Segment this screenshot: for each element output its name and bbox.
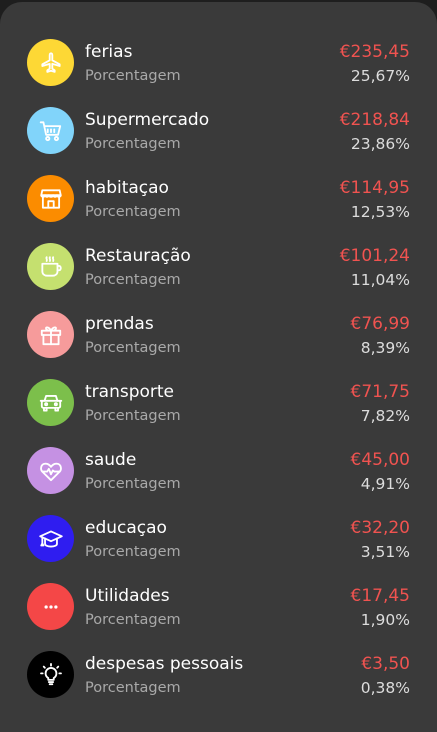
lightbulb-icon <box>39 662 62 685</box>
category-amount: €17,45 <box>350 586 410 606</box>
category-percentage: 0,38% <box>360 679 410 697</box>
category-amount: €71,75 <box>350 382 410 402</box>
category-amount: €76,99 <box>350 314 410 334</box>
category-percentage: 11,04% <box>350 271 410 289</box>
category-amount: €235,45 <box>339 42 410 62</box>
category-row-educacao[interactable]: educaçao Porcentagem €32,20 3,51% <box>0 505 437 573</box>
category-subtitle: Porcentagem <box>85 476 181 492</box>
category-subtitle: Porcentagem <box>85 340 181 356</box>
category-name: despesas pessoais <box>85 654 244 674</box>
category-name: Supermercado <box>85 110 210 130</box>
category-subtitle: Porcentagem <box>85 204 181 220</box>
category-subtitle: Porcentagem <box>85 680 181 696</box>
category-row-restauracao[interactable]: Restauração Porcentagem €101,24 11,04% <box>0 233 437 301</box>
category-percentage: 3,51% <box>360 543 410 561</box>
coffee-cup-icon <box>40 255 62 277</box>
category-row-saude[interactable]: saude Porcentagem €45,00 4,91% <box>0 437 437 505</box>
category-subtitle: Porcentagem <box>85 408 181 424</box>
more-dots-icon <box>44 604 57 609</box>
category-subtitle: Porcentagem <box>85 544 181 560</box>
category-subtitle: Porcentagem <box>85 612 181 628</box>
category-row-utilidades[interactable]: Utilidades Porcentagem €17,45 1,90% <box>0 573 437 641</box>
category-icon-circle <box>27 175 74 222</box>
category-row-transporte[interactable]: transporte Porcentagem €71,75 7,82% <box>0 369 437 437</box>
category-row-habitacao[interactable]: habitaçao Porcentagem €114,95 12,53% <box>0 165 437 233</box>
category-row-supermercado[interactable]: Supermercado Porcentagem €218,84 23,86% <box>0 97 437 165</box>
car-icon <box>39 394 62 412</box>
category-row-prendas[interactable]: prendas Porcentagem €76,99 8,39% <box>0 301 437 369</box>
house-icon <box>39 188 62 209</box>
category-icon-circle <box>27 107 74 154</box>
category-amount: €101,24 <box>339 246 410 266</box>
category-icon-circle <box>27 447 74 494</box>
category-name: Restauração <box>85 246 191 266</box>
category-name: prendas <box>85 314 154 334</box>
category-percentage: 1,90% <box>360 611 410 629</box>
category-percentage: 23,86% <box>350 135 410 153</box>
category-icon-circle <box>27 39 74 86</box>
category-amount: €114,95 <box>339 178 410 198</box>
category-name: saude <box>85 450 137 470</box>
category-name: transporte <box>85 382 175 402</box>
category-icon-circle <box>27 515 74 562</box>
category-row-ferias[interactable]: ferias Porcentagem €235,45 25,67% <box>0 29 437 97</box>
category-percentage: 25,67% <box>350 67 410 85</box>
shopping-cart-icon <box>39 120 61 141</box>
category-amount: €3,50 <box>361 654 410 674</box>
category-percentage: 8,39% <box>360 339 410 357</box>
category-row-despesas-pessoais[interactable]: despesas pessoais Porcentagem €3,50 0,38… <box>0 641 437 709</box>
gift-icon <box>40 325 61 345</box>
heart-pulse-icon <box>39 462 62 481</box>
airplane-icon <box>40 51 61 73</box>
category-amount: €32,20 <box>350 518 410 538</box>
category-icon-circle <box>27 651 74 698</box>
category-icon-circle <box>27 379 74 426</box>
category-percentage: 4,91% <box>360 475 410 493</box>
graduation-cap-icon <box>38 529 63 548</box>
category-list: ferias Porcentagem €235,45 25,67% Superm… <box>0 29 437 709</box>
category-percentage: 7,82% <box>360 407 410 425</box>
category-name: ferias <box>85 42 133 62</box>
category-name: educaçao <box>85 518 167 538</box>
category-name: habitaçao <box>85 178 169 198</box>
category-icon-circle <box>27 583 74 630</box>
category-subtitle: Porcentagem <box>85 68 181 84</box>
category-card: ferias Porcentagem €235,45 25,67% Superm… <box>0 2 437 732</box>
category-amount: €218,84 <box>339 110 410 130</box>
category-icon-circle <box>27 243 74 290</box>
category-name: Utilidades <box>85 586 170 606</box>
category-icon-circle <box>27 311 74 358</box>
category-percentage: 12,53% <box>350 203 410 221</box>
category-subtitle: Porcentagem <box>85 136 181 152</box>
category-amount: €45,00 <box>350 450 410 470</box>
category-subtitle: Porcentagem <box>85 272 181 288</box>
